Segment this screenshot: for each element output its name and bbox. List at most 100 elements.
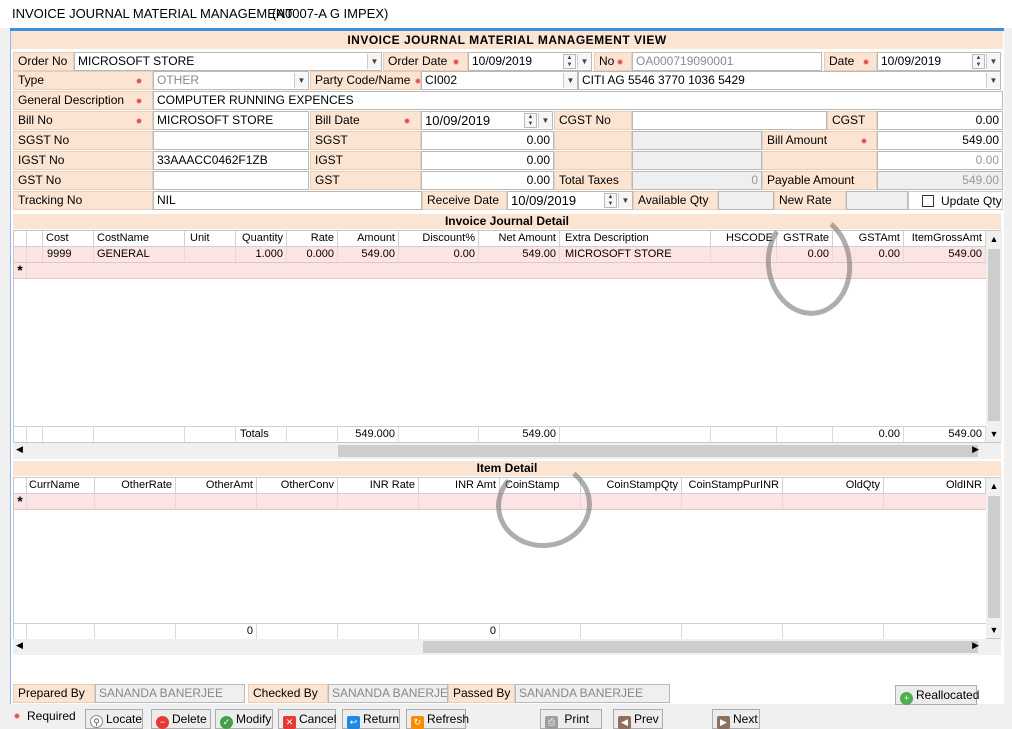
cell-net-amount[interactable]: 549.00 <box>479 247 560 262</box>
journal-hscroll[interactable]: ◀ ▶ <box>13 443 1001 459</box>
col-rate[interactable]: Rate <box>287 231 338 246</box>
item-vscroll[interactable]: ▲ ▼ <box>986 478 1002 638</box>
col-oldqty[interactable]: OldQty <box>783 478 884 493</box>
print-button[interactable]: ⎙ Print <box>540 709 602 729</box>
item-totals-row: 0 0 <box>14 623 986 639</box>
cell-rate[interactable]: 0.000 <box>287 247 338 262</box>
item-hscroll[interactable]: ◀ ▶ <box>13 639 1001 655</box>
bill-amount-field[interactable]: 549.00 <box>877 131 1003 150</box>
bill-no-field[interactable]: MICROSOFT STORE <box>153 111 309 130</box>
col-unit[interactable]: Unit <box>185 231 236 246</box>
next-icon: ▶ <box>717 716 730 729</box>
next-button[interactable]: ▶ Next <box>712 709 760 729</box>
receive-date-field[interactable]: 10/09/2019 ▲ ▼ ▼ <box>507 191 633 210</box>
journal-grid[interactable]: Cost CostName Unit Quantity Rate Amount … <box>13 230 1002 443</box>
bill-date-field[interactable]: 10/09/2019 ▲ ▼ ▼ <box>421 111 553 130</box>
order-no-field[interactable]: MICROSOFT STORE ▼ <box>74 52 382 71</box>
chevron-left-icon[interactable]: ◀ <box>16 640 23 651</box>
chevron-down-icon[interactable]: ▼ <box>986 54 1000 69</box>
col-cost[interactable]: Cost <box>43 231 94 246</box>
scroll-thumb[interactable] <box>338 445 978 457</box>
prev-button[interactable]: ◀ Prev <box>613 709 663 729</box>
col-inr-amt[interactable]: INR Amt <box>419 478 500 493</box>
gst-no-field[interactable] <box>153 171 309 190</box>
cgst-no-field[interactable] <box>632 111 827 130</box>
required-icon <box>136 118 142 124</box>
scroll-thumb[interactable] <box>988 496 1000 618</box>
party-name-field[interactable]: CITI AG 5546 3770 1036 5429 ▼ <box>578 71 1001 90</box>
col-quantity[interactable]: Quantity <box>236 231 287 246</box>
no-field[interactable]: OA000719090001 <box>632 52 822 71</box>
chevron-down-icon[interactable]: ▼ <box>294 73 308 88</box>
party-code-field[interactable]: CI002 ▼ <box>421 71 578 90</box>
spin-icon[interactable]: ▲ ▼ <box>563 54 576 69</box>
cell-quantity[interactable]: 1.000 <box>236 247 287 262</box>
chevron-down-icon[interactable]: ▼ <box>577 54 591 69</box>
chevron-left-icon[interactable]: ◀ <box>16 444 23 455</box>
type-select[interactable]: OTHER ▼ <box>153 71 309 90</box>
igst-no-field[interactable]: 33AAACC0462F1ZB <box>153 151 309 170</box>
col-otherconv[interactable]: OtherConv <box>257 478 338 493</box>
col-oldinr[interactable]: OldINR <box>884 478 986 493</box>
bill-amount-2-field[interactable]: 0.00 <box>877 151 1003 170</box>
tracking-field[interactable]: NIL <box>153 191 422 210</box>
sgst-field[interactable]: 0.00 <box>421 131 554 150</box>
cell-discount[interactable]: 0.00 <box>399 247 479 262</box>
company-code: (A0007-A G IMPEX) <box>272 6 389 21</box>
gen-desc-field[interactable]: COMPUTER RUNNING EXPENCES <box>153 91 1003 110</box>
gen-desc-label: General Description <box>13 91 153 110</box>
locate-button[interactable]: ⚲ Locate <box>85 709 143 729</box>
col-otheramt[interactable]: OtherAmt <box>176 478 257 493</box>
cell-amount[interactable]: 549.00 <box>338 247 399 262</box>
col-inr-rate[interactable]: INR Rate <box>338 478 419 493</box>
return-button[interactable]: ↩ Return <box>342 709 400 729</box>
cgst-field[interactable]: 0.00 <box>877 111 1003 130</box>
gst-field[interactable]: 0.00 <box>421 171 554 190</box>
spin-icon[interactable]: ▲ ▼ <box>972 54 985 69</box>
update-qty-option[interactable]: Update Qty <box>908 191 1003 210</box>
chevron-up-icon[interactable]: ▲ <box>986 231 1002 247</box>
chevron-down-icon[interactable]: ▼ <box>367 54 381 69</box>
col-costname[interactable]: CostName <box>94 231 185 246</box>
cell-extra-description[interactable]: MICROSOFT STORE <box>560 247 711 262</box>
reallocated-button[interactable]: + Reallocated <box>895 685 979 705</box>
col-net-amount[interactable]: Net Amount <box>479 231 560 246</box>
journal-vscroll[interactable]: ▲ ▼ <box>986 231 1002 442</box>
cell-cost[interactable]: 9999 <box>43 247 94 262</box>
spin-icon[interactable]: ▲ ▼ <box>524 113 537 128</box>
chevron-right-icon[interactable]: ▶ <box>972 640 979 651</box>
scroll-thumb[interactable] <box>988 249 1000 421</box>
journal-title: Invoice Journal Detail <box>13 214 1001 229</box>
refresh-button[interactable]: ↻ Refresh <box>406 709 469 729</box>
spin-icon[interactable]: ▲ ▼ <box>604 193 617 208</box>
modify-button[interactable]: ✓ Modify <box>215 709 273 729</box>
col-currname[interactable]: CurrName <box>27 478 95 493</box>
col-discount[interactable]: Discount% <box>399 231 479 246</box>
chevron-down-icon[interactable]: ▼ <box>986 622 1002 638</box>
col-coinstampqty[interactable]: CoinStampQty <box>581 478 682 493</box>
order-date-field[interactable]: 10/09/2019 ▲ ▼ ▼ <box>468 52 592 71</box>
chevron-down-icon[interactable]: ▼ <box>618 193 632 208</box>
scroll-thumb[interactable] <box>423 641 978 653</box>
delete-button[interactable]: − Delete <box>151 709 211 729</box>
chevron-down-icon[interactable]: ▼ <box>986 73 1000 88</box>
cell-costname[interactable]: GENERAL <box>94 247 185 262</box>
col-extra-description[interactable]: Extra Description <box>560 231 711 246</box>
cell-unit[interactable] <box>185 247 236 262</box>
sgst-no-field[interactable] <box>153 131 309 150</box>
update-qty-checkbox[interactable] <box>922 195 934 207</box>
cell-itemgrossamt[interactable]: 549.00 <box>904 247 986 262</box>
bill-date-label: Bill Date <box>310 111 421 130</box>
chevron-right-icon[interactable]: ▶ <box>972 444 979 455</box>
col-amount[interactable]: Amount <box>338 231 399 246</box>
chevron-up-icon[interactable]: ▲ <box>986 478 1002 494</box>
col-otherrate[interactable]: OtherRate <box>95 478 176 493</box>
chevron-down-icon[interactable]: ▼ <box>563 73 577 88</box>
chevron-down-icon[interactable]: ▼ <box>986 426 1002 442</box>
col-itemgrossamt[interactable]: ItemGrossAmt <box>904 231 986 246</box>
col-coinstamppurinr[interactable]: CoinStampPurINR <box>682 478 783 493</box>
igst-field[interactable]: 0.00 <box>421 151 554 170</box>
date-field[interactable]: 10/09/2019 ▲ ▼ ▼ <box>877 52 1001 71</box>
cancel-button[interactable]: ✕ Cancel <box>278 709 336 729</box>
chevron-down-icon[interactable]: ▼ <box>538 113 552 128</box>
